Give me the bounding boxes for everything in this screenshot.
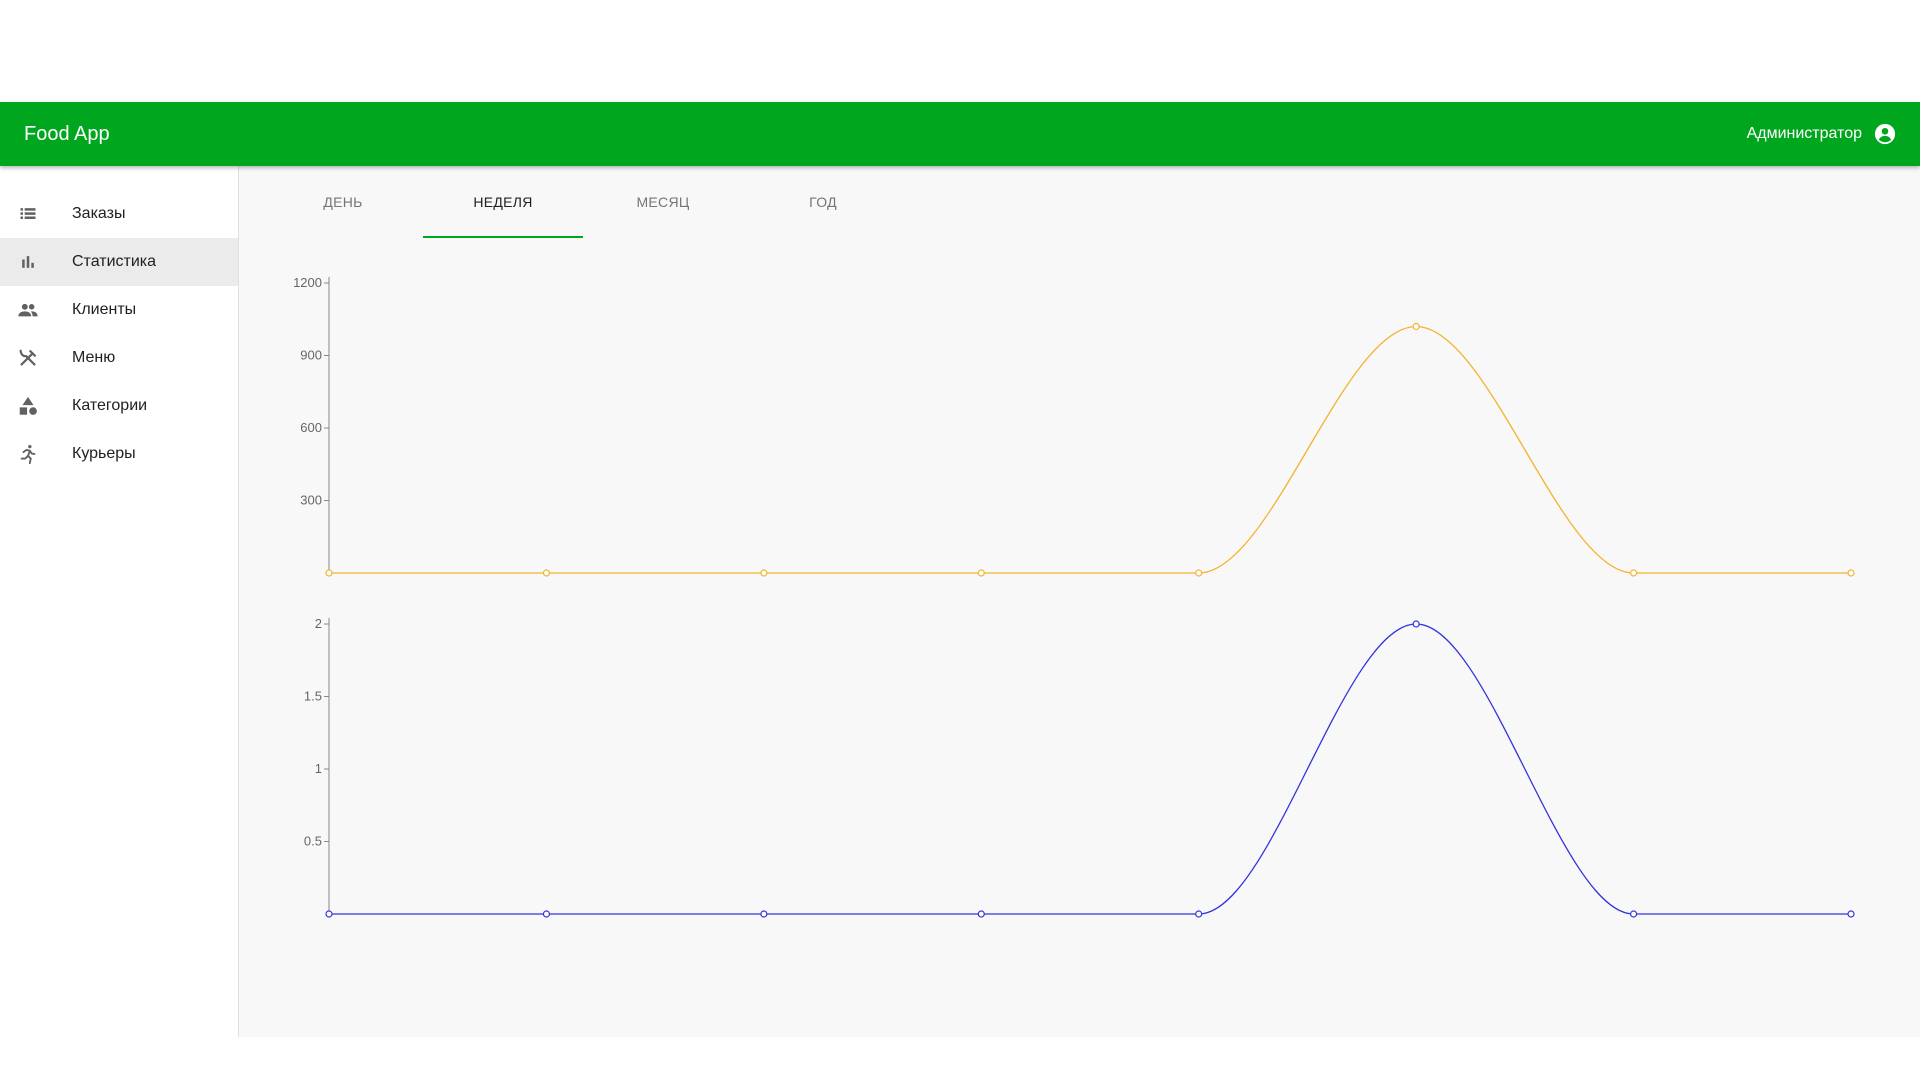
- fork-knife-icon: [16, 346, 40, 370]
- data-point: [325, 569, 333, 577]
- data-point: [325, 910, 333, 918]
- sidebar-item-orders[interactable]: Заказы: [0, 190, 238, 238]
- app-bar: Food App Администратор: [0, 102, 1920, 166]
- sidebar-item-clients[interactable]: Клиенты: [0, 286, 238, 334]
- y-tick-label: 2: [315, 616, 322, 631]
- y-tick-label: 1200: [293, 275, 322, 290]
- app-title: Food App: [24, 123, 110, 145]
- sidebar-item-label: Меню: [72, 349, 116, 366]
- bar-chart-icon: [16, 250, 40, 274]
- sidebar-item-statistics[interactable]: Статистика: [0, 238, 238, 286]
- data-point: [1195, 569, 1203, 577]
- series-line: [328, 623, 1852, 915]
- y-tick-label: 1: [315, 761, 322, 776]
- sidebar-item-label: Заказы: [72, 205, 126, 222]
- statistics-charts: 300 600 900 1200 0.5 1 1.5 2: [293, 275, 1855, 918]
- sidebar-item-couriers[interactable]: Курьеры: [0, 430, 238, 478]
- series-line: [328, 325, 1851, 574]
- y-tick-label: 600: [300, 420, 322, 435]
- data-point: [1412, 620, 1420, 628]
- account-circle-icon[interactable]: [1874, 123, 1896, 145]
- y-tick-label: 1.5: [304, 689, 322, 704]
- bottom-blank-area: [0, 1037, 1920, 1080]
- top-blank-area: [0, 0, 1920, 102]
- runner-icon: [16, 442, 40, 466]
- data-point: [1629, 910, 1638, 918]
- data-point: [542, 569, 551, 577]
- sidebar-item-label: Категории: [72, 397, 148, 414]
- y-tick-label: 0.5: [304, 834, 322, 849]
- data-point: [977, 910, 985, 918]
- user-menu[interactable]: Администратор: [1747, 102, 1896, 166]
- data-point: [1847, 569, 1855, 577]
- y-tick-label: 300: [300, 493, 322, 508]
- sidebar: Заказы Статистика Клиенты Меню Категории…: [0, 166, 239, 1037]
- main-content: ДЕНЬ НЕДЕЛЯ МЕСЯЦ ГОД 300 600 900 1200 0.5 1 1…: [239, 166, 1920, 1037]
- y-tick-label: 900: [300, 348, 322, 363]
- data-point: [760, 569, 768, 577]
- data-point: [977, 569, 985, 577]
- sidebar-item-label: Курьеры: [72, 445, 136, 462]
- shapes-icon: [16, 394, 40, 418]
- data-point: [1412, 322, 1420, 331]
- data-point: [1847, 910, 1855, 918]
- user-name: Администратор: [1746, 125, 1862, 142]
- sidebar-item-categories[interactable]: Категории: [0, 382, 238, 430]
- people-icon: [16, 298, 40, 322]
- data-point: [760, 910, 768, 918]
- data-point: [1629, 569, 1638, 577]
- data-point: [1195, 910, 1203, 918]
- sidebar-nav: Заказы Статистика Клиенты Меню Категории…: [0, 166, 238, 478]
- sidebar-item-label: Клиенты: [72, 301, 137, 318]
- sidebar-item-menu[interactable]: Меню: [0, 334, 238, 382]
- data-point: [542, 910, 551, 918]
- sidebar-item-label: Статистика: [72, 253, 157, 270]
- list-icon: [16, 202, 40, 226]
